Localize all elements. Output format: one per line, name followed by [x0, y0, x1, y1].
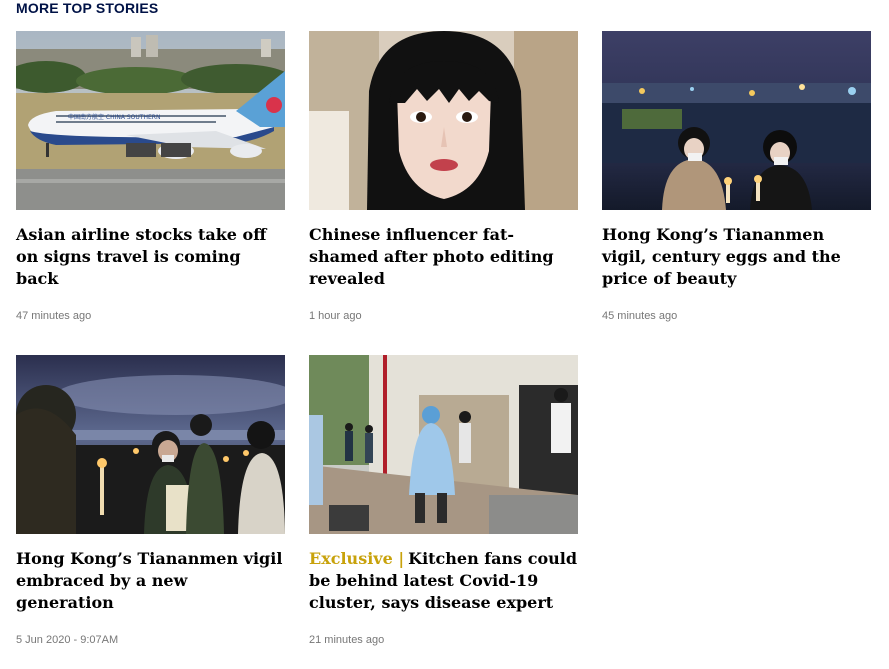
section-title: MORE TOP STORIES: [16, 0, 159, 16]
airplane-livery-text: 中国南方航空 CHINA SOUTHERN: [68, 113, 160, 121]
story-timestamp: 47 minutes ago: [16, 310, 92, 322]
story-timestamp: 45 minutes ago: [602, 310, 678, 322]
story-headline[interactable]: Hong Kong’s Tiananmen vigil, century egg…: [602, 224, 871, 290]
story-headline[interactable]: Chinese influencer fat-shamed after phot…: [309, 224, 578, 290]
story-image-airplane[interactable]: 中国南方航空 CHINA SOUTHERN: [16, 31, 285, 210]
story-headline[interactable]: Exclusive | Kitchen fans could be behind …: [309, 548, 578, 614]
story-timestamp: 5 Jun 2020 - 9:07AM: [16, 634, 119, 646]
story-image-portrait[interactable]: [309, 31, 578, 210]
story-image-candle-vigil[interactable]: [602, 31, 871, 210]
exclusive-kicker: Exclusive: [309, 549, 393, 568]
story-timestamp: 1 hour ago: [309, 310, 362, 322]
story-image-crowd-vigil[interactable]: [16, 355, 285, 534]
kicker-separator: |: [398, 549, 405, 568]
story-headline[interactable]: Asian airline stocks take off on signs t…: [16, 224, 285, 290]
story-headline[interactable]: Hong Kong’s Tiananmen vigil embraced by …: [16, 548, 285, 614]
story-timestamp: 21 minutes ago: [309, 634, 385, 646]
story-image-health-workers[interactable]: [309, 355, 578, 534]
